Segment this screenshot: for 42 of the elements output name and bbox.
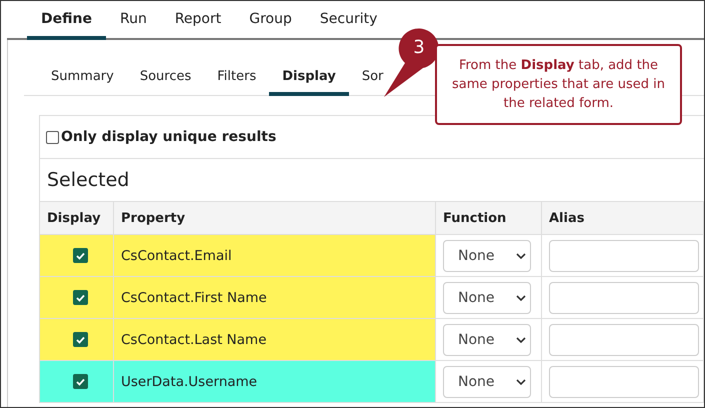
- column-header: Alias: [542, 202, 704, 234]
- main-tab[interactable]: Group: [235, 1, 306, 40]
- table-cell: CsContact.First Name: [114, 276, 436, 318]
- alias-field[interactable]: [549, 324, 699, 356]
- function-select[interactable]: None: [443, 282, 531, 314]
- callout-text: From the Display tab, add the same properties that are used in the related form.: [435, 44, 682, 125]
- main-tab[interactable]: Report: [160, 1, 236, 40]
- main-tab[interactable]: Security: [306, 1, 392, 40]
- main-tab[interactable]: Define: [27, 1, 106, 40]
- sub-tab[interactable]: Filters: [204, 69, 270, 96]
- checkbox[interactable]: [46, 130, 59, 144]
- chevron-icon: [516, 378, 526, 384]
- checkbox-label: Only display unique results: [61, 129, 276, 145]
- checkbox[interactable]: [72, 332, 88, 347]
- function-select[interactable]: None: [443, 240, 531, 272]
- checkbox[interactable]: [72, 248, 88, 263]
- alias-field[interactable]: [549, 366, 699, 398]
- alias-field[interactable]: [549, 240, 699, 272]
- column-header: Property: [114, 202, 436, 234]
- check-icon: [76, 294, 84, 302]
- sub-tab[interactable]: Sor: [348, 69, 396, 96]
- column-header: Function: [436, 202, 542, 234]
- step-number: 3: [412, 37, 426, 58]
- function-select[interactable]: None: [443, 366, 531, 398]
- column-header: Display: [40, 202, 114, 234]
- check-icon: [76, 252, 84, 260]
- table-cell: CsContact.Email: [114, 234, 436, 276]
- function-select[interactable]: None: [443, 324, 531, 356]
- check-icon: [76, 378, 84, 386]
- sub-tab[interactable]: Sources: [126, 69, 204, 96]
- sub-tab[interactable]: Summary: [38, 69, 127, 96]
- alias-field[interactable]: [549, 282, 699, 314]
- chevron-icon: [516, 252, 526, 258]
- checkbox[interactable]: [72, 374, 88, 389]
- checkbox[interactable]: [72, 290, 88, 305]
- chevron-icon: [516, 336, 526, 342]
- sub-tab[interactable]: Display: [269, 69, 349, 96]
- table-cell: CsContact.Last Name: [114, 318, 436, 360]
- table-cell: UserData.Username: [114, 360, 436, 402]
- chevron-icon: [516, 294, 526, 300]
- main-tab[interactable]: Run: [106, 1, 161, 40]
- check-icon: [76, 336, 84, 344]
